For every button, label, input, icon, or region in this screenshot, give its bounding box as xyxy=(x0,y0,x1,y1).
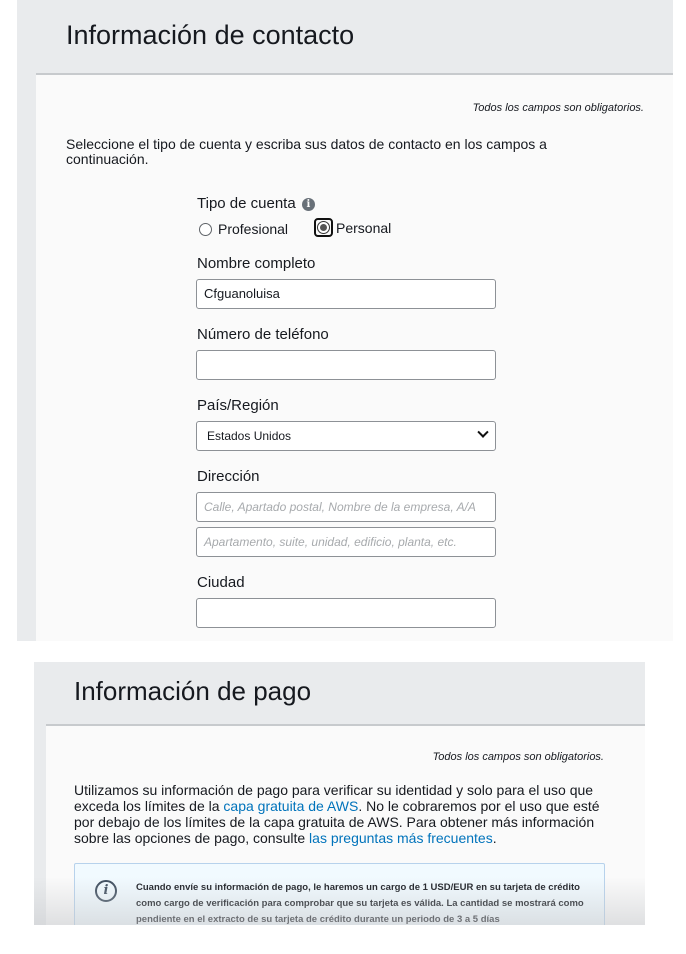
account-type-label-text: Tipo de cuenta xyxy=(197,195,296,212)
address-label: Dirección xyxy=(197,468,260,485)
verification-notice-text: Cuando envíe su información de pago, le … xyxy=(136,882,584,925)
radio-professional[interactable]: Profesional xyxy=(199,221,288,237)
full-name-label: Nombre completo xyxy=(197,255,316,272)
city-label: Ciudad xyxy=(197,574,245,591)
address-line1-input[interactable]: Calle, Apartado postal, Nombre de la emp… xyxy=(196,492,496,522)
radio-label-professional[interactable]: Profesional xyxy=(218,221,288,237)
phone-label: Número de teléfono xyxy=(197,326,329,343)
contact-info-title: Información de contacto xyxy=(66,20,355,50)
radio-focus-ring xyxy=(314,218,333,237)
contact-form-card: Todos los campos son obligatorios. Selec… xyxy=(36,75,673,641)
radio-circle-personal[interactable] xyxy=(317,221,330,234)
contact-intro-text: Seleccione el tipo de cuenta y escriba s… xyxy=(66,136,547,167)
chevron-down-icon xyxy=(477,426,489,438)
country-label: País/Región xyxy=(197,397,279,414)
info-icon[interactable]: i xyxy=(301,198,315,211)
faq-link[interactable]: las preguntas más frecuentes xyxy=(309,830,493,846)
required-fields-note: Todos los campos son obligatorios. xyxy=(432,751,604,763)
payment-info-panel: Información de pago Todos los campos son… xyxy=(34,662,645,925)
radio-label-personal[interactable]: Personal xyxy=(336,220,391,236)
info-icon: i xyxy=(95,880,117,902)
payment-intro-text: Utilizamos su información de pago para v… xyxy=(74,782,609,846)
contact-info-panel: Información de contacto Todos los campos… xyxy=(17,0,673,641)
city-input[interactable] xyxy=(196,598,496,628)
full-name-input[interactable]: Cfguanoluisa xyxy=(196,279,496,309)
required-fields-note: Todos los campos son obligatorios. xyxy=(472,102,644,114)
address-line2-input[interactable]: Apartamento, suite, unidad, edificio, pl… xyxy=(196,527,496,557)
country-select[interactable]: Estados Unidos xyxy=(196,421,496,451)
radio-circle-professional[interactable] xyxy=(199,222,212,236)
account-type-label: Tipo de cuenta i xyxy=(197,195,315,212)
payment-info-title: Información de pago xyxy=(74,676,312,706)
radio-personal[interactable]: Personal xyxy=(314,218,391,237)
phone-input[interactable] xyxy=(196,350,496,380)
intro-text-3: . xyxy=(492,830,497,846)
country-selected-value: Estados Unidos xyxy=(207,429,292,443)
free-tier-link[interactable]: capa gratuita de AWS xyxy=(223,798,358,814)
verification-notice: i Cuando envíe su información de pago, l… xyxy=(74,863,605,925)
